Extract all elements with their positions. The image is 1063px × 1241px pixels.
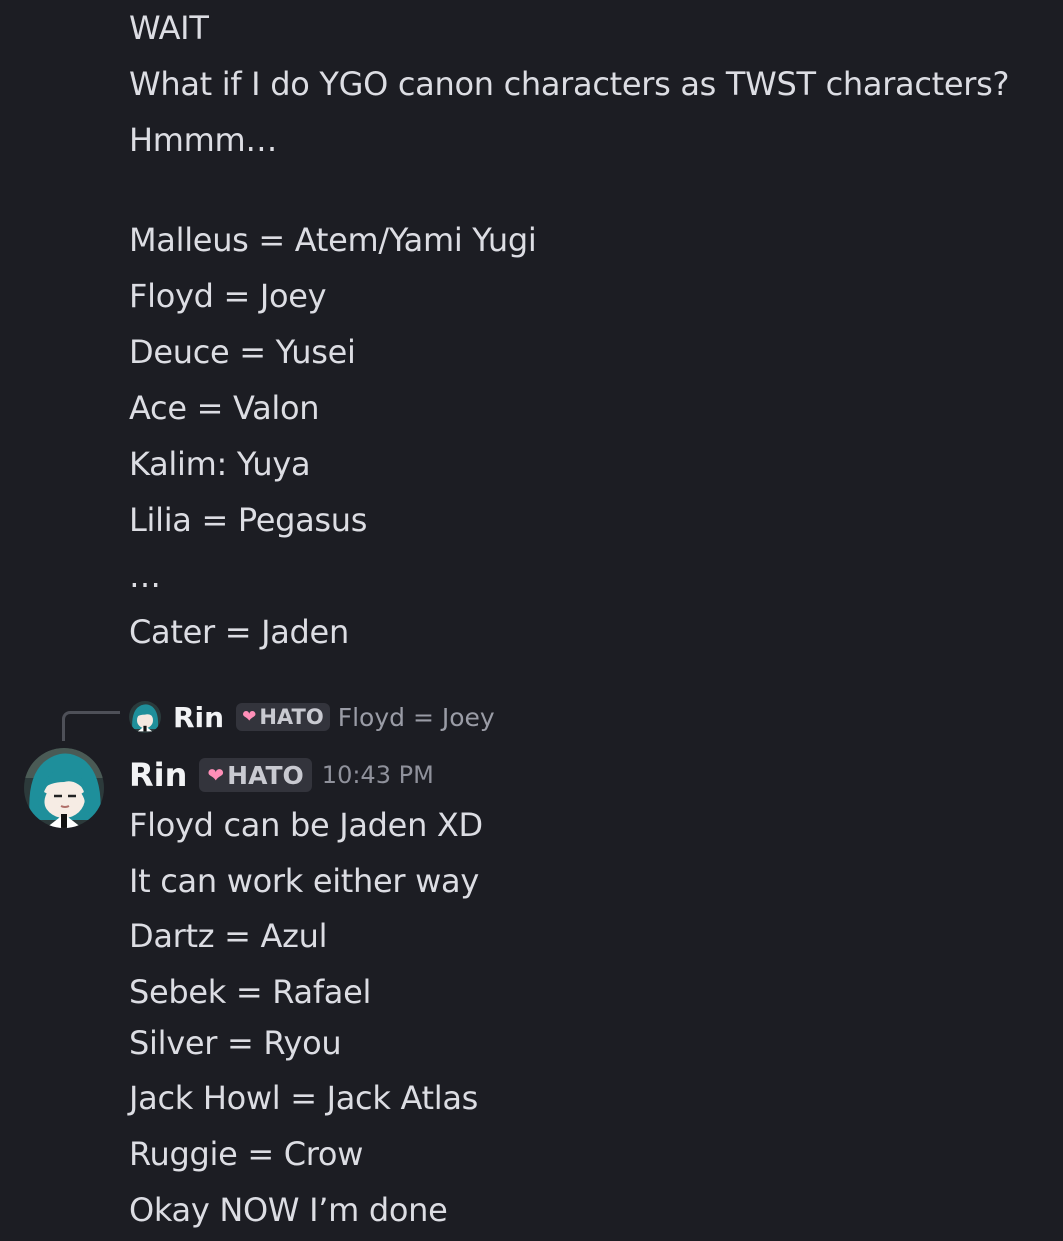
message-line: Lilia = Pegasus bbox=[129, 501, 368, 539]
message-line: WAIT bbox=[129, 9, 209, 47]
guild-tag[interactable]: ❤ HATO bbox=[236, 703, 330, 731]
message-line: Jack Howl = Jack Atlas bbox=[129, 1079, 478, 1117]
message-line: It can work either way bbox=[129, 862, 479, 900]
message-line: Floyd can be Jaden XD bbox=[129, 806, 483, 844]
message-header: Rin ❤ HATO 10:43 PM bbox=[129, 754, 434, 796]
message-line: Okay NOW I’m done bbox=[129, 1191, 448, 1229]
message-line: Sebek = Rafael bbox=[129, 973, 372, 1011]
heart-icon: ❤ bbox=[207, 763, 225, 787]
reply-avatar[interactable] bbox=[129, 701, 161, 733]
reply-reference[interactable]: Rin ❤ HATO Floyd = Joey bbox=[129, 697, 495, 737]
message-line: Malleus = Atem/Yami Yugi bbox=[129, 221, 537, 259]
message-line: Dartz = Azul bbox=[129, 917, 328, 955]
avatar[interactable] bbox=[24, 748, 104, 828]
message-line: Hmmm… bbox=[129, 121, 278, 159]
reply-snippet[interactable]: Floyd = Joey bbox=[338, 703, 495, 732]
message-line: … bbox=[129, 557, 161, 595]
heart-icon: ❤ bbox=[242, 707, 257, 727]
message-timestamp[interactable]: 10:43 PM bbox=[322, 761, 434, 789]
message-line: Ace = Valon bbox=[129, 389, 320, 427]
guild-tag-label: HATO bbox=[227, 760, 304, 790]
message-line: Kalim: Yuya bbox=[129, 445, 311, 483]
reply-author[interactable]: Rin bbox=[173, 701, 224, 734]
message-line: What if I do YGO canon characters as TWS… bbox=[129, 65, 1010, 103]
message-line: Cater = Jaden bbox=[129, 613, 349, 651]
reply-connector bbox=[62, 711, 120, 741]
guild-tag-label: HATO bbox=[259, 705, 324, 729]
message-line: Silver = Ryou bbox=[129, 1024, 342, 1062]
guild-tag[interactable]: ❤ HATO bbox=[199, 758, 312, 792]
message-line: Ruggie = Crow bbox=[129, 1135, 364, 1173]
message-author[interactable]: Rin bbox=[129, 756, 187, 794]
message-line: Floyd = Joey bbox=[129, 277, 327, 315]
message-line: Deuce = Yusei bbox=[129, 333, 356, 371]
